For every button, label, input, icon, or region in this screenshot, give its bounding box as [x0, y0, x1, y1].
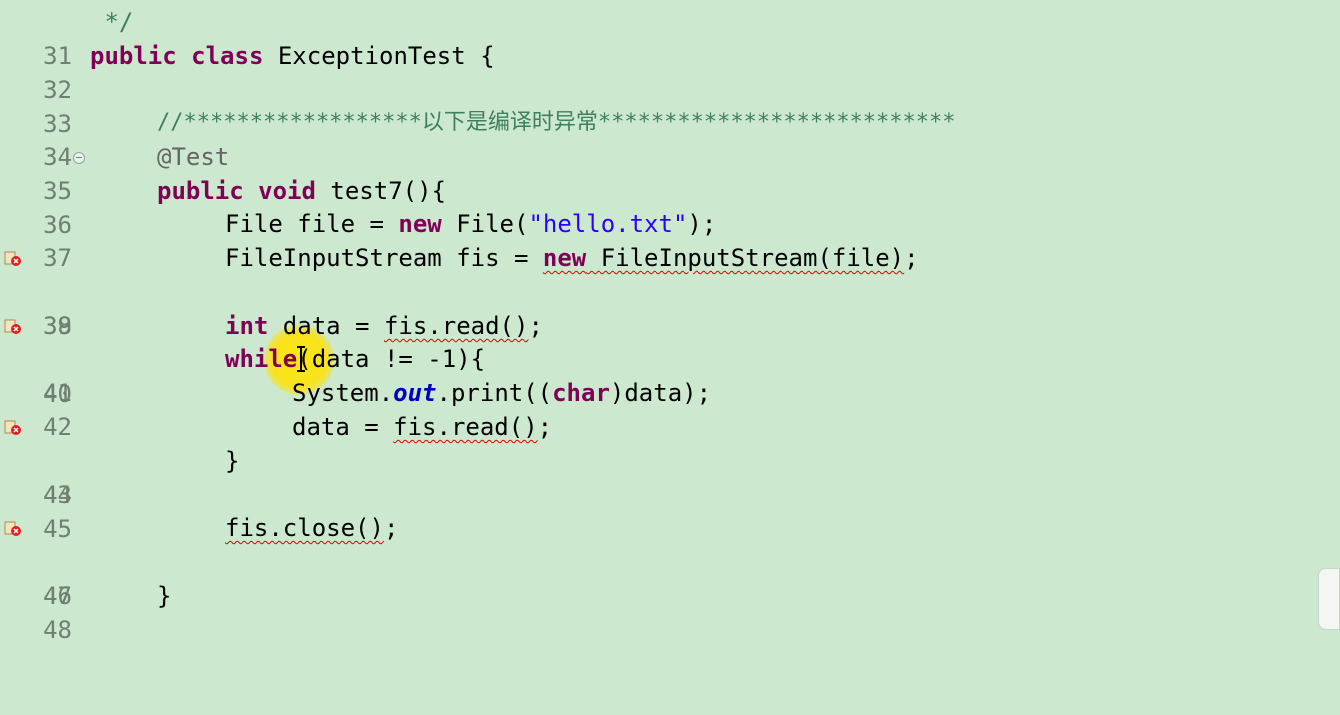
- code-line[interactable]: 38 FileInputStream fis = new FileInputSt…: [0, 241, 1340, 340]
- code-text: System.: [292, 379, 394, 407]
- error-marker-icon[interactable]: [4, 317, 22, 335]
- keyword: public: [90, 42, 177, 70]
- code-editor[interactable]: 31 */ 32 public class ExceptionTest { 33…: [0, 0, 1340, 644]
- code-line[interactable]: 37 File file = new File("hello.txt");: [0, 207, 1340, 272]
- static-field: out: [393, 379, 437, 407]
- scrollbar-thumb[interactable]: [1318, 568, 1340, 630]
- error-code: fis.read(): [393, 413, 538, 441]
- string-literal: "hello.txt": [528, 210, 688, 238]
- code-text: }: [157, 582, 172, 610]
- code-line[interactable]: 39: [0, 275, 1340, 340]
- code-text: File(: [441, 210, 529, 238]
- code-line[interactable]: 47: [0, 545, 1340, 610]
- keyword: new: [398, 210, 442, 238]
- class-name: ExceptionTest {: [263, 42, 495, 70]
- code-text: ;: [383, 514, 399, 542]
- error-code: FileInputStream(file): [586, 244, 905, 272]
- keyword: while: [225, 345, 298, 373]
- keyword: public: [157, 177, 244, 205]
- keyword: new: [542, 244, 587, 272]
- code-line[interactable]: 41 while(data != -1){: [0, 342, 1340, 407]
- ibeam-cursor-icon: [297, 346, 305, 372]
- code-line[interactable]: 33: [0, 73, 1340, 138]
- code-line[interactable]: 46 fis.close();: [0, 511, 1340, 610]
- code-text: )data);: [609, 379, 712, 407]
- code-text: .print((: [436, 379, 553, 407]
- code-text: ;: [528, 312, 543, 340]
- code-text: (data != -1){: [297, 345, 486, 373]
- code-text: );: [687, 210, 717, 238]
- code-line[interactable]: 45: [0, 478, 1340, 543]
- code-text: File file =: [225, 210, 399, 238]
- error-marker-icon[interactable]: [4, 519, 22, 537]
- code-line[interactable]: 40 int data = fis.read();: [0, 309, 1340, 408]
- error-code: fis.close(): [225, 514, 384, 542]
- code-text: data =: [292, 413, 394, 441]
- code-text: FileInputStream fis =: [225, 244, 543, 272]
- code-line[interactable]: 43 data = fis.read();: [0, 410, 1340, 509]
- line-number: 48: [43, 616, 72, 644]
- code-line[interactable]: 48 }: [0, 579, 1340, 644]
- code-line[interactable]: 32 public class ExceptionTest {: [0, 39, 1340, 104]
- error-code: fis.read(): [383, 312, 529, 340]
- error-marker-icon[interactable]: [4, 249, 22, 267]
- code-line[interactable]: 35 @Test: [0, 140, 1340, 205]
- code-text: data =: [268, 312, 384, 340]
- code-line[interactable]: 42 System.out.print((char)data);: [0, 376, 1340, 441]
- code-text: ;: [537, 413, 553, 441]
- keyword: char: [552, 379, 610, 407]
- comment-text: //******************以下是编译时异常************…: [157, 110, 956, 135]
- fold-collapse-icon[interactable]: [73, 152, 85, 164]
- error-marker-icon[interactable]: [4, 418, 22, 436]
- annotation: @Test: [157, 143, 230, 171]
- code-text: }: [225, 447, 240, 475]
- keyword: int: [225, 312, 269, 340]
- keyword: void: [258, 177, 316, 205]
- code-line[interactable]: 36 public void test7(){: [0, 174, 1340, 239]
- method-signature: test7(){: [315, 177, 446, 205]
- code-text: ;: [904, 244, 919, 272]
- code-line[interactable]: 31 */: [0, 5, 1340, 70]
- code-line[interactable]: 34 //******************以下是编译时异常*********…: [0, 106, 1340, 171]
- code-line[interactable]: 44 }: [0, 444, 1340, 509]
- keyword: class: [191, 42, 264, 70]
- comment-text: */: [90, 8, 134, 36]
